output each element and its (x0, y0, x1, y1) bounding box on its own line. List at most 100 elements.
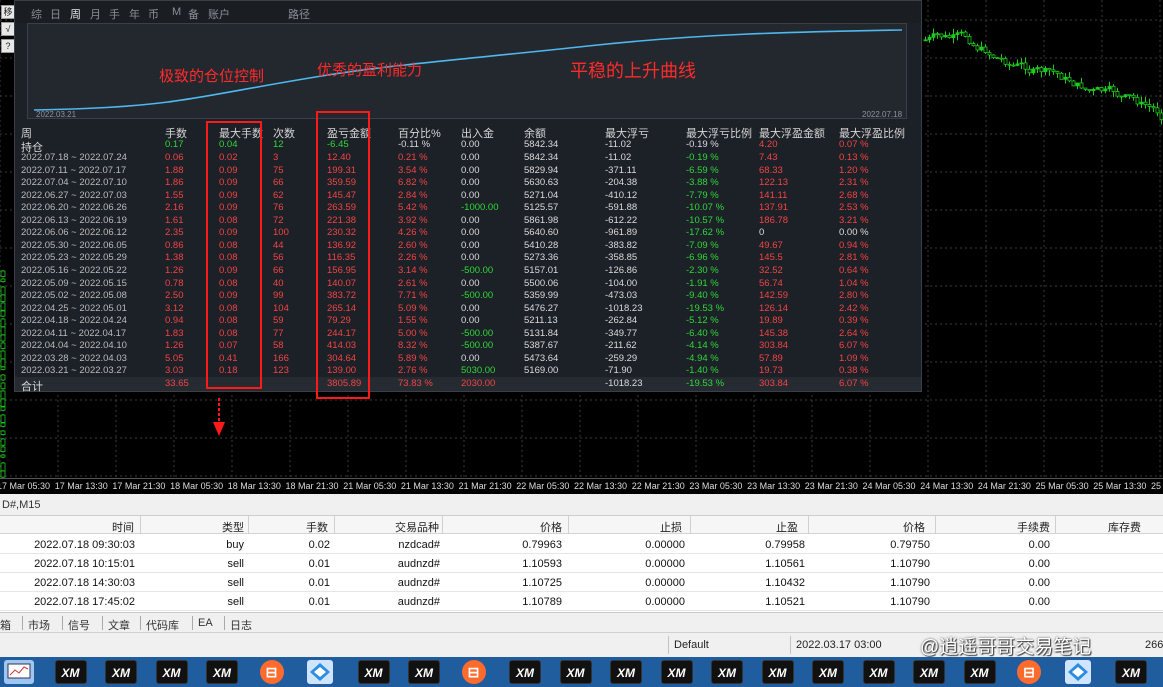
xm-app-icon[interactable]: XM (812, 660, 844, 684)
xm-app-icon[interactable]: XM (913, 660, 945, 684)
xm-app-icon[interactable]: XM (610, 660, 642, 684)
terminal-tab[interactable]: 信号 (68, 617, 90, 633)
report-tab[interactable]: 周 (70, 6, 81, 22)
order-cell: nzdcad# (398, 539, 440, 551)
xm-app-icon[interactable]: XM (1115, 660, 1147, 684)
xm-app-icon[interactable]: XM (963, 660, 996, 684)
xm-app-icon[interactable]: XM (206, 660, 238, 684)
report-tab[interactable]: 手 (109, 6, 120, 22)
table-cell: 44 (273, 239, 284, 251)
table-cell: 142.59 (759, 290, 789, 302)
report-tab[interactable]: 综 (31, 6, 42, 22)
total-max-loss: -1018.23 (605, 378, 643, 389)
terminal-tabs: 箱 市场 信号 文章 代码库 EA 日志 (0, 612, 1163, 632)
terminal-tab[interactable]: 文章 (108, 617, 130, 633)
table-cell: 0.00 % (839, 227, 869, 239)
report-tab[interactable]: 账户 (208, 6, 230, 22)
table-cell: 2022.05.09 ~ 2022.05.15 (21, 277, 127, 289)
table-cell: 104 (273, 302, 289, 314)
highlight-pnl-column (316, 111, 370, 399)
xm-app-icon[interactable]: XM (54, 660, 87, 684)
table-cell: 0.78 (165, 277, 184, 289)
table-cell: -71.90 (605, 365, 632, 377)
holding-lots: 0.17 (165, 139, 184, 150)
table-cell: 0.64 % (839, 264, 869, 276)
terminal-tab[interactable]: 日志 (230, 617, 252, 633)
time-axis-label: 23 Mar 05:30 (689, 481, 743, 491)
table-row: 2022.06.06 ~ 2022.06.12 2.35 0.09 100 230.32… (15, 227, 921, 240)
xm-app-icon[interactable]: XM (105, 660, 137, 684)
xm-app-icon[interactable]: XM (408, 660, 440, 684)
total-max-gain_pct: 6.07 % (839, 378, 869, 389)
table-cell: -1.40 % (686, 365, 719, 377)
table-cell: 1.26 (165, 340, 184, 352)
table-cell: 123 (273, 365, 289, 377)
holding-row: 持仓 0.17 0.04 12 -6.45 -0.11 % 0.00 5842.34 -11.0… (15, 139, 921, 154)
table-cell: 2022.07.04 ~ 2022.07.10 (21, 177, 127, 189)
order-cell: 1.10790 (890, 577, 930, 589)
orders-column-header[interactable]: 库存费 (1108, 519, 1141, 535)
table-cell: -126.86 (605, 264, 638, 276)
orders-column-header[interactable]: 止损 (660, 519, 682, 535)
report-tab[interactable]: 币 (148, 6, 159, 22)
orders-column-header[interactable]: 手数 (306, 519, 328, 535)
xm-app-icon[interactable]: XM (660, 660, 693, 684)
orders-column-header[interactable]: 类型 (222, 519, 244, 535)
terminal-tab[interactable]: EA (198, 617, 213, 629)
table-cell: 122.13 (759, 177, 789, 189)
table-cell: -10.07 % (686, 202, 725, 214)
report-tab[interactable]: 日 (50, 6, 61, 22)
orange-app-icon[interactable]: ⊟ (1017, 660, 1041, 684)
report-tab[interactable]: M (172, 6, 181, 18)
table-cell: 145.5 (759, 252, 783, 264)
order-row[interactable]: 2022.07.18 09:30:03 buy 0.02 nzdcad# 0.79963… (0, 535, 1163, 554)
table-cell: 1.88 (165, 164, 184, 176)
xm-app-icon[interactable]: XM (711, 660, 743, 684)
holding-balance: 5842.34 (524, 139, 559, 150)
order-row[interactable]: 2022.07.18 17:45:02 sell 0.01 audnzd# 1.1078… (0, 592, 1163, 611)
toolbar-button-move[interactable]: 移 (1, 5, 15, 19)
xm-app-icon[interactable]: XM (761, 660, 794, 684)
orders-column-header[interactable]: 手续费 (1017, 519, 1050, 535)
time-axis-label: 22 Mar 05:30 (516, 481, 570, 491)
terminal-tab[interactable]: 箱 (0, 617, 11, 633)
order-row[interactable]: 2022.07.18 10:15:01 sell 0.01 audnzd# 1.1059… (0, 554, 1163, 573)
terminal-tab[interactable]: 代码库 (146, 617, 179, 633)
terminal-panel: D#,M15 时间 类型 手数 交易品种 价格 止损 止盈 价格 手续费 库存费 2022.07.… (0, 494, 1163, 687)
xm-app-icon[interactable]: XM (155, 660, 188, 684)
xm-app-icon[interactable]: XM (357, 660, 390, 684)
blue-app-icon[interactable] (307, 660, 333, 684)
table-cell: -1.91 % (686, 277, 719, 289)
table-cell: 0.00 (461, 214, 480, 226)
table-cell: 0.94 (165, 315, 184, 327)
terminal-tab[interactable]: 市场 (28, 617, 50, 633)
report-tab[interactable]: 备 (188, 6, 199, 22)
orders-column-header[interactable]: 价格 (540, 519, 562, 535)
toolbar-button-check[interactable]: √ (1, 22, 15, 36)
table-cell: 2.31 % (839, 177, 869, 189)
table-cell: 2.35 (165, 227, 184, 239)
xm-app-icon[interactable]: XM (559, 660, 592, 684)
orders-column-header[interactable]: 价格 (903, 519, 925, 535)
toolbar-button-help[interactable]: ? (1, 39, 15, 53)
order-row[interactable]: 2022.07.18 14:30:03 sell 0.01 audnzd# 1.1072… (0, 573, 1163, 592)
report-tab[interactable]: 月 (90, 6, 101, 22)
report-tab[interactable]: 路径 (288, 6, 310, 22)
table-cell: 2.84 % (398, 189, 428, 201)
orange-app-icon[interactable]: ⊟ (259, 660, 284, 684)
blue-app-icon[interactable] (1064, 660, 1091, 684)
table-row: 2022.04.04 ~ 2022.04.10 1.26 0.07 58 414.03 8… (15, 340, 921, 353)
order-cell: 0.00000 (645, 539, 685, 551)
table-cell: 2022.04.18 ~ 2022.04.24 (21, 315, 127, 327)
table-cell: 66 (273, 264, 284, 276)
table-cell: -259.29 (605, 352, 638, 364)
xm-app-icon[interactable]: XM (862, 660, 895, 684)
orders-column-header[interactable]: 止盈 (776, 519, 798, 535)
orders-column-header[interactable]: 时间 (112, 519, 134, 535)
report-tab[interactable]: 年 (129, 6, 140, 22)
xm-app-icon[interactable]: XM (509, 660, 541, 684)
order-cell: 0.02 (308, 539, 330, 551)
monitor-app-icon[interactable] (4, 660, 34, 684)
orange-app-icon[interactable]: ⊟ (461, 660, 486, 684)
orders-column-header[interactable]: 交易品种 (395, 519, 439, 535)
